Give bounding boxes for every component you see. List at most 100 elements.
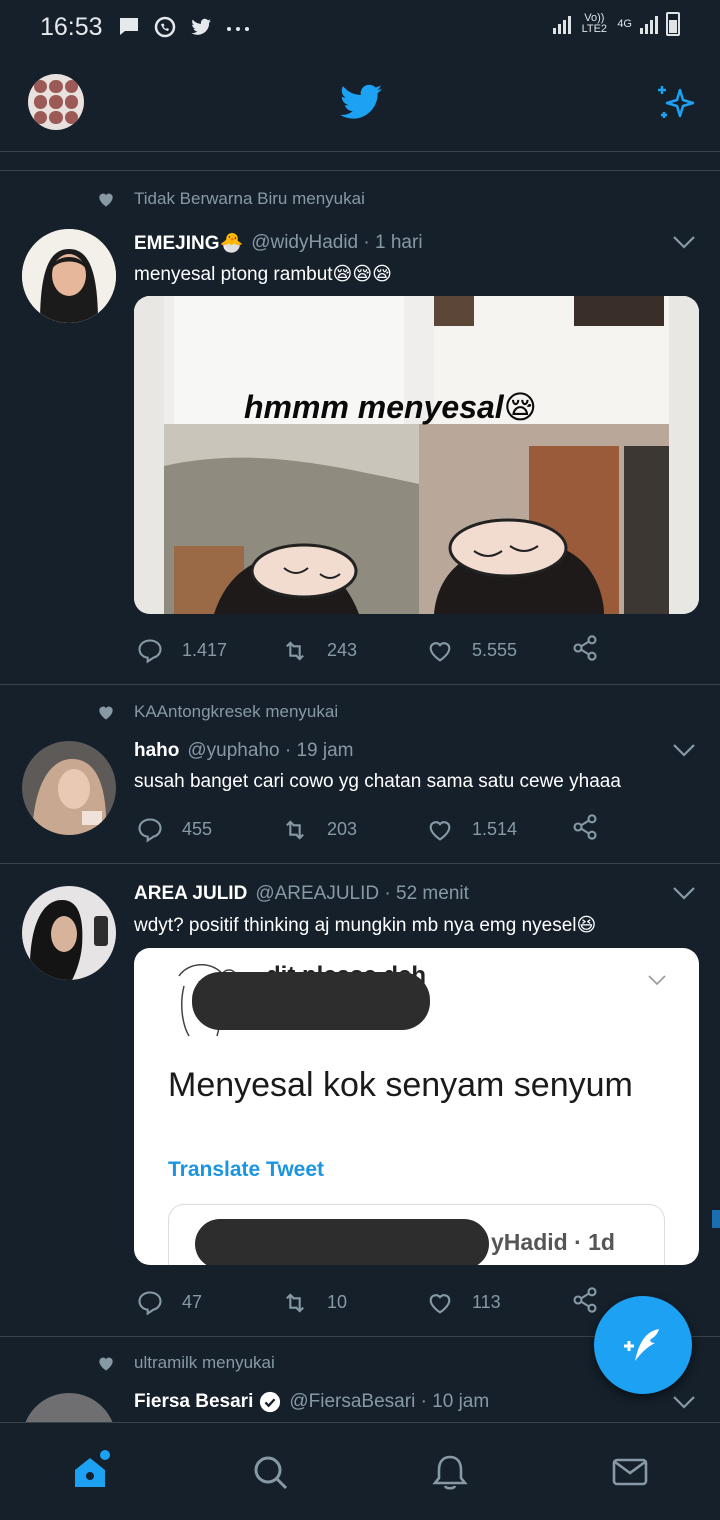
signal-icon [553,14,572,34]
retweet-icon [286,819,304,840]
profile-avatar[interactable] [28,74,84,130]
like-count: 1.514 [472,819,518,839]
reply-button[interactable]: 455 [136,816,281,844]
heart-outline-icon [429,1293,451,1314]
reply-count: 1.417 [182,640,228,660]
author-name[interactable]: haho [134,740,179,762]
like-button[interactable]: 1.514 [426,816,571,844]
redacted-quoted-bar [195,1219,489,1265]
tweet-card[interactable]: AREA JULID @AREAJULID · 52 menit wdyt? p… [0,864,720,1337]
verified-badge-icon [260,1391,281,1413]
mail-icon [612,1458,648,1485]
whatsapp-icon [154,16,175,38]
share-button[interactable] [571,1286,599,1319]
chevron-down-icon[interactable] [672,886,696,900]
status-bar: 16:53 Vo)) LTE2 4G [0,0,720,54]
avatar[interactable] [22,886,116,980]
share-icon [573,814,597,840]
retweet-button[interactable]: 10 [281,1289,426,1317]
tweet-header: Fiersa Besari @FiersaBesari · 10 jam [134,1391,489,1413]
author-handle: @yuphaho · 19 jam [187,740,354,761]
author-handle: @FiersaBesari · 10 jam [289,1391,490,1412]
status-time: 16:53 [40,12,103,41]
like-button[interactable]: 113 [426,1289,571,1317]
retweet-count: 243 [327,640,358,660]
retweet-count: 10 [327,1292,348,1312]
quoted-handle: yHadid · 1d [491,1229,615,1255]
author-name[interactable]: Fiersa Besari [134,1391,253,1413]
reply-count: 455 [182,819,213,839]
search-icon [254,1456,288,1489]
social-context: KAAntongkresek menyukai [96,702,338,722]
tweet-card[interactable]: Tidak Berwarna Biru menyukai EMEJING🐣 @w… [0,171,720,685]
nav-notifications[interactable] [420,1442,480,1502]
retweet-count: 203 [327,819,358,839]
bell-icon [432,1455,468,1490]
avatar[interactable] [22,229,116,323]
more-notifications-icon [226,27,249,31]
embedded-tweet-text: Menyesal kok senyam senyum [168,1066,633,1104]
author-name[interactable]: AREA JULID [134,883,247,905]
nav-search[interactable] [240,1442,300,1502]
twitter-logo-icon [340,84,382,119]
reply-icon [138,1290,162,1315]
tweet-media[interactable]: hmmm menyesal😪 [134,296,699,614]
tweet-header: haho @yuphaho · 19 jam [134,740,354,762]
chevron-down-icon[interactable] [672,235,696,249]
avatar-image [22,886,116,980]
liked-by-text: ultramilk menyukai [134,1353,275,1372]
share-button[interactable] [571,634,599,667]
redacted-name-bar [192,972,430,1030]
author-name[interactable]: EMEJING🐣 [134,231,243,255]
quoted-tweet-box: yHadid · 1d [168,1204,665,1265]
avatar[interactable] [22,1393,116,1422]
tweet-card[interactable]: KAAntongkresek menyukai haho @yuphaho · … [0,685,720,864]
battery-icon [666,12,680,36]
nav-messages[interactable] [600,1442,660,1502]
share-icon [573,635,597,661]
top-app-bar [0,54,720,152]
tweet-media-screenshot[interactable]: dit please deh Menyesal kok senyam senyu… [134,948,699,1265]
reply-button[interactable]: 1.417 [136,637,281,665]
tweet-header: AREA JULID @AREAJULID · 52 menit [134,883,469,905]
social-context: Tidak Berwarna Biru menyukai [96,189,365,209]
reply-button[interactable]: 47 [136,1289,281,1317]
reply-count: 47 [182,1292,203,1312]
share-button[interactable] [571,813,599,846]
share-icon [573,1287,597,1313]
author-handle: @AREAJULID · 52 menit [255,883,469,904]
media-caption: hmmm menyesal😪 [244,389,538,425]
retweet-button[interactable]: 203 [281,816,426,844]
chevron-down-icon[interactable] [672,1395,696,1409]
nav-home[interactable] [60,1442,120,1502]
reply-icon [138,638,162,663]
liked-by-text: Tidak Berwarna Biru menyukai [134,189,365,208]
media-image [134,296,699,614]
avatar-image [22,741,116,835]
tweet-actions: 47 10 113 [136,1286,606,1319]
notification-icons [117,15,251,39]
signal-icon-2 [640,14,658,34]
heart-outline-icon [429,641,451,662]
like-button[interactable]: 5.555 [426,637,571,665]
like-count: 113 [472,1292,501,1312]
retweet-icon [286,640,304,661]
like-count: 5.555 [472,640,518,660]
tweet-header: EMEJING🐣 @widyHadid · 1 hari [134,231,423,255]
twitter-notif-icon [190,18,211,35]
network-label: Vo)) LTE2 [581,12,608,35]
liked-by-text: KAAntongkresek menyukai [134,702,339,721]
compose-tweet-button[interactable] [594,1296,692,1394]
avatar[interactable] [22,741,116,835]
retweet-button[interactable]: 243 [281,637,426,665]
twitter-home-screen: 16:53 Vo)) LTE2 4G Tidak Berwarna Biru m… [0,0,720,1520]
network-type: 4G [617,17,632,30]
chevron-down-icon [648,975,666,986]
chevron-down-icon[interactable] [672,743,696,757]
heart-outline-icon [429,820,451,841]
translate-tweet-link[interactable]: Translate Tweet [168,1158,324,1182]
social-context: ultramilk menyukai [96,1353,275,1373]
scroll-indicator [712,1210,720,1228]
sparkle-timeline-icon[interactable] [654,82,696,124]
tweet-text: wdyt? positif thinking aj mungkin mb nya… [134,915,597,936]
